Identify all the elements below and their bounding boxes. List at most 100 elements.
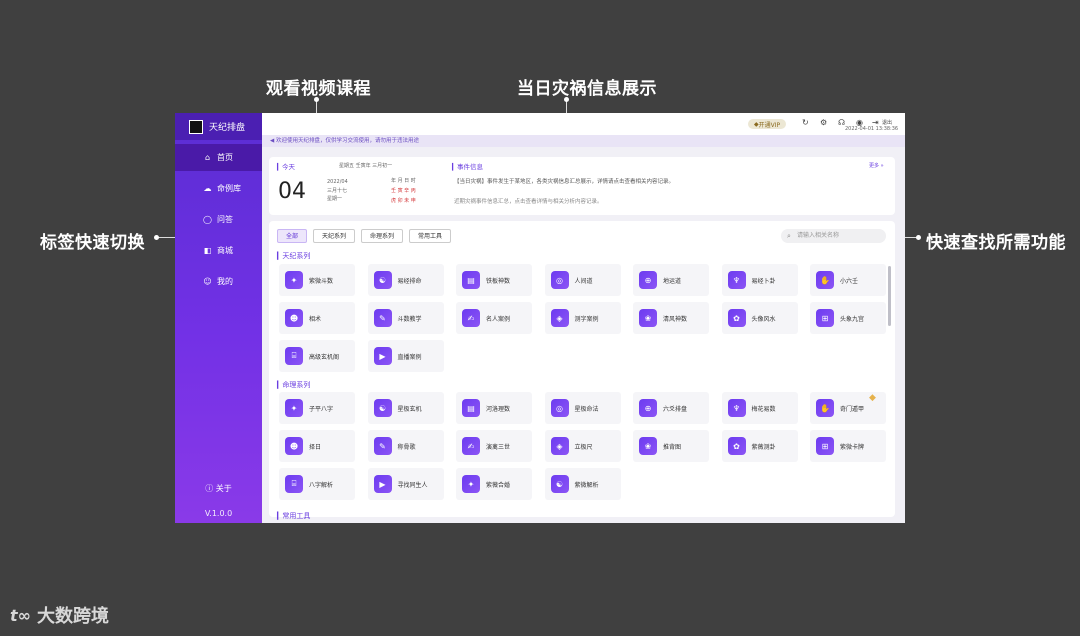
refresh-icon[interactable]: ↻: [802, 118, 809, 127]
callout-tags: 标签快速切换: [40, 233, 145, 253]
function-card[interactable]: ⊞ 头象九宫: [810, 302, 886, 334]
search-input[interactable]: 请输入相关名称: [781, 229, 886, 243]
function-card[interactable]: ⌸ 高级玄机阁: [279, 340, 355, 372]
function-label: 六爻排盘: [663, 405, 688, 413]
function-label: 高级玄机阁: [309, 353, 340, 361]
sidebar-item-label: 商城: [217, 246, 233, 255]
function-card[interactable]: ✦ 紫薇合婚: [456, 468, 532, 500]
function-icon: ✍: [462, 437, 480, 455]
today-weekday: 星期一: [327, 196, 343, 202]
function-card[interactable]: ☯ 易经排命: [367, 264, 444, 296]
function-card[interactable]: ◎ 人间道: [544, 264, 621, 296]
function-card[interactable]: ✍ 名人案例: [456, 302, 532, 334]
sidebar-item-qa[interactable]: ◯ 问答: [175, 206, 262, 233]
function-card[interactable]: ⌸ 八字解析: [279, 468, 355, 500]
tab-all[interactable]: 全部: [277, 229, 308, 243]
group-title-mingli: ▎命理系列: [277, 381, 311, 389]
function-card[interactable]: ♆ 易经卜卦: [721, 264, 798, 296]
function-icon: ✿: [727, 309, 746, 327]
function-label: 斗数教学: [397, 315, 422, 323]
function-icon: ⊕: [639, 399, 657, 417]
function-icon: ✍: [462, 309, 480, 327]
sidebar-item-shop[interactable]: ◧ 商城: [175, 237, 262, 264]
settings-icon[interactable]: ⚙: [820, 118, 827, 127]
vip-button[interactable]: ◆ 开通VIP: [748, 119, 787, 129]
logout-label[interactable]: 退出: [882, 119, 892, 126]
mingli-grid: ✦ 子平八字 ☯ 星极玄机 ▤ 河洛理数 ◎ 星极命法 ⊕ 六爻排盘 ♆ 梅花易数 ✋ 奇门遁甲 ☻ 择日 ✎ 称…: [279, 392, 886, 500]
today-day: 04: [278, 179, 306, 204]
function-icon: ☻: [285, 437, 303, 455]
function-icon: ◎: [550, 399, 569, 417]
function-card[interactable]: ✿ 紫薇测卦: [721, 430, 798, 462]
function-label: 立极尺: [574, 443, 593, 451]
function-card[interactable]: ◈ 立极尺: [544, 430, 621, 462]
function-card[interactable]: ◎ 星极命法: [544, 392, 621, 424]
tab-bar: 全部 天纪系列 命理系列 常用工具: [277, 229, 457, 243]
function-icon: ⊕: [639, 271, 657, 289]
function-card[interactable]: ▶ 寻找同生人: [367, 468, 444, 500]
function-label: 紫薇合婚: [486, 481, 511, 489]
function-card[interactable]: ❀ 清风神数: [633, 302, 709, 334]
function-card[interactable]: ☯ 星极玄机: [367, 392, 444, 424]
function-card[interactable]: ☻ 相术: [279, 302, 355, 334]
function-card[interactable]: ☻ 择日: [279, 430, 355, 462]
function-label: 清风神数: [663, 315, 688, 323]
tab-tianji[interactable]: 天纪系列: [313, 229, 356, 243]
function-label: 地运道: [663, 277, 682, 285]
function-card[interactable]: ⊞ 紫微卡牌: [810, 430, 886, 462]
function-label: 易经排命: [397, 277, 422, 285]
function-label: 八字解析: [309, 481, 334, 489]
function-card[interactable]: ❀ 推背图: [633, 430, 709, 462]
sidebar-item-cases[interactable]: ☁ 命例库: [175, 175, 262, 202]
shop-icon: ◧: [203, 246, 212, 255]
function-card[interactable]: ✍ 演禽三世: [456, 430, 532, 462]
tab-tools[interactable]: 常用工具: [409, 229, 452, 243]
function-label: 称骨歌: [397, 443, 416, 451]
function-label: 直播案例: [397, 353, 422, 361]
function-card[interactable]: ▤ 铁板神数: [456, 264, 532, 296]
function-icon: ✋: [816, 399, 834, 417]
watermark: t∞ 大数跨境: [10, 602, 109, 628]
function-icon: ☯: [373, 399, 392, 417]
callout-video: 观看视频课程: [266, 79, 371, 99]
version-label: V.1.0.0: [204, 509, 233, 518]
callout-search-dot: [916, 235, 921, 240]
brand-logo-icon: [189, 119, 203, 134]
function-icon: ◎: [550, 271, 569, 289]
function-card[interactable]: ✦ 紫微斗数: [279, 264, 355, 296]
scrollbar[interactable]: [888, 266, 891, 326]
callout-video-dot: [314, 97, 319, 102]
user-icon: ☺: [203, 277, 212, 286]
chat-icon: ◯: [203, 215, 212, 224]
callout-disaster: 当日灾祸信息展示: [517, 79, 657, 99]
function-card[interactable]: ◈ 测字案例: [544, 302, 621, 334]
today-date: 2022/04: [327, 179, 348, 185]
function-label: 紫薇测卦: [751, 443, 776, 451]
function-card[interactable]: ♆ 梅花易数: [721, 392, 798, 424]
function-icon: ⊞: [816, 309, 834, 327]
tab-mingli[interactable]: 命理系列: [361, 229, 404, 243]
function-card[interactable]: ▶ 直播案例: [367, 340, 444, 372]
today-header: 星期五 壬寅年 三月初一: [339, 163, 393, 169]
function-card[interactable]: ⊕ 地运道: [633, 264, 709, 296]
sidebar-item-mine[interactable]: ☺ 我的: [175, 268, 262, 295]
function-card[interactable]: ⊕ 六爻排盘: [633, 392, 709, 424]
watermark-logo-icon: t∞: [10, 605, 31, 625]
function-card[interactable]: ✎ 称骨歌: [367, 430, 444, 462]
function-icon: ⌸: [285, 475, 303, 493]
sidebar-item-home[interactable]: ⌂ 首页: [175, 144, 262, 171]
function-card[interactable]: ✿ 头像风水: [721, 302, 798, 334]
diamond-icon: ◆: [869, 393, 876, 403]
about-button[interactable]: ⓘ 关于: [175, 483, 262, 494]
function-icon: ❀: [639, 437, 657, 455]
sidebar-item-label: 我的: [217, 277, 233, 286]
function-icon: ✦: [462, 475, 480, 493]
function-card[interactable]: ✎ 斗数教学: [367, 302, 444, 334]
function-card[interactable]: ▤ 河洛理数: [456, 392, 532, 424]
function-card[interactable]: ☯ 紫微解析: [544, 468, 621, 500]
event-more-link[interactable]: 更多 »: [869, 162, 884, 169]
function-label: 子平八字: [309, 405, 334, 413]
function-card[interactable]: ✦ 子平八字: [279, 392, 355, 424]
function-card[interactable]: ✋ 小六壬: [810, 264, 886, 296]
function-icon: ♆: [727, 399, 746, 417]
